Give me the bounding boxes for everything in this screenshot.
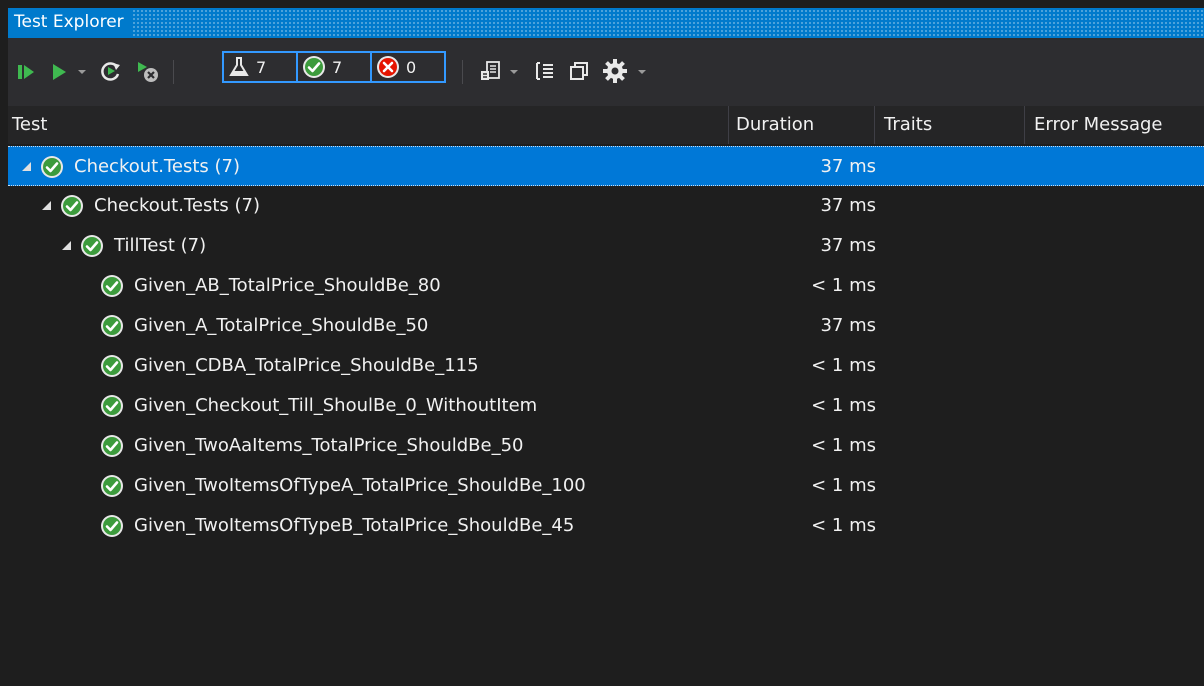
passed-count: 7 — [332, 57, 343, 77]
toolbar-separator — [462, 60, 463, 84]
test-name: Given_AB_TotalPrice_ShouldBe_80 — [134, 275, 441, 296]
playlist-dropdown-chevron-down-icon[interactable] — [510, 70, 518, 74]
column-divider[interactable] — [1024, 106, 1025, 144]
test-duration: < 1 ms — [811, 355, 876, 376]
run-dropdown-chevron-down-icon[interactable] — [78, 70, 86, 74]
test-duration: 37 ms — [820, 195, 876, 216]
column-divider[interactable] — [874, 106, 875, 144]
test-row[interactable]: Given_AB_TotalPrice_ShouldBe_80 < 1 ms — [8, 266, 1204, 306]
test-duration: < 1 ms — [811, 395, 876, 416]
test-name: Given_TwoItemsOfTypeA_TotalPrice_ShouldB… — [134, 475, 586, 496]
test-row[interactable]: Given_TwoAaItems_TotalPrice_ShouldBe_50 <… — [8, 426, 1204, 466]
test-name: Checkout.Tests (7) — [94, 195, 260, 216]
toolbar-separator — [173, 60, 174, 84]
test-name: Given_TwoItemsOfTypeB_TotalPrice_ShouldB… — [134, 515, 575, 536]
cancel-run-icon[interactable] — [134, 58, 162, 86]
column-header-traits[interactable]: Traits — [884, 106, 932, 144]
playlist-icon[interactable] — [478, 58, 504, 84]
window-title: Test Explorer — [8, 8, 132, 38]
title-bar: Test Explorer — [8, 8, 1204, 38]
run-all-icon[interactable] — [14, 60, 38, 84]
passed-tests-filter-button[interactable]: 7 — [296, 51, 372, 83]
test-name: TillTest (7) — [114, 235, 207, 256]
passed-check-icon — [100, 474, 124, 502]
test-name: Checkout.Tests (7) — [74, 156, 240, 177]
test-name: Given_A_TotalPrice_ShouldBe_50 — [134, 315, 429, 336]
repeat-last-run-icon[interactable] — [98, 58, 124, 84]
test-name: Given_Checkout_Till_ShoulBe_0_WithoutIte… — [134, 395, 538, 416]
failed-count: 0 — [406, 57, 417, 77]
passed-check-icon — [100, 514, 124, 542]
tree-group-row[interactable]: TillTest (7) 37 ms — [8, 226, 1204, 266]
test-duration: < 1 ms — [811, 515, 876, 536]
passed-check-icon — [302, 55, 326, 79]
passed-check-icon — [100, 434, 124, 462]
total-count: 7 — [256, 57, 267, 77]
column-header-row: Test Duration Traits Error Message — [8, 106, 1204, 144]
test-row[interactable]: Given_Checkout_Till_ShoulBe_0_WithoutIte… — [8, 386, 1204, 426]
test-row[interactable]: Given_CDBA_TotalPrice_ShouldBe_115 < 1 ms — [8, 346, 1204, 386]
expander-triangle-icon[interactable] — [42, 201, 51, 210]
group-by-icon[interactable] — [532, 58, 558, 84]
tree-group-row[interactable]: Checkout.Tests (7) 37 ms — [8, 146, 1204, 186]
settings-dropdown-chevron-down-icon[interactable] — [638, 70, 646, 74]
passed-check-icon — [80, 234, 104, 262]
copy-icon[interactable] — [566, 58, 592, 84]
beaker-icon — [228, 56, 250, 78]
gear-icon[interactable] — [600, 56, 630, 86]
test-duration: < 1 ms — [811, 275, 876, 296]
passed-check-icon — [40, 155, 64, 183]
total-tests-filter-button[interactable]: 7 — [222, 51, 298, 83]
passed-check-icon — [100, 274, 124, 302]
test-row[interactable]: Given_A_TotalPrice_ShouldBe_50 37 ms — [8, 306, 1204, 346]
test-name: Given_CDBA_TotalPrice_ShouldBe_115 — [134, 355, 479, 376]
toolbar: 7 7 0 — [8, 38, 1204, 106]
passed-check-icon — [60, 194, 84, 222]
tree-group-row[interactable]: Checkout.Tests (7) 37 ms — [8, 186, 1204, 226]
test-duration: 37 ms — [820, 235, 876, 256]
test-row[interactable]: Given_TwoItemsOfTypeA_TotalPrice_ShouldB… — [8, 466, 1204, 506]
column-header-error-message[interactable]: Error Message — [1034, 106, 1163, 144]
failed-x-icon — [376, 55, 400, 79]
passed-check-icon — [100, 354, 124, 382]
test-duration: < 1 ms — [811, 475, 876, 496]
expander-triangle-icon[interactable] — [62, 241, 71, 250]
test-duration: < 1 ms — [811, 435, 876, 456]
run-icon[interactable] — [48, 60, 70, 84]
test-name: Given_TwoAaItems_TotalPrice_ShouldBe_50 — [134, 435, 524, 456]
passed-check-icon — [100, 314, 124, 342]
test-duration: 37 ms — [820, 315, 876, 336]
test-row[interactable]: Given_TwoItemsOfTypeB_TotalPrice_ShouldB… — [8, 506, 1204, 546]
column-header-duration[interactable]: Duration — [736, 106, 814, 144]
column-header-test[interactable]: Test — [12, 106, 47, 144]
column-divider[interactable] — [728, 106, 729, 144]
failed-tests-filter-button[interactable]: 0 — [370, 51, 446, 83]
expander-triangle-icon[interactable] — [22, 162, 31, 171]
test-duration: 37 ms — [820, 156, 876, 177]
passed-check-icon — [100, 394, 124, 422]
